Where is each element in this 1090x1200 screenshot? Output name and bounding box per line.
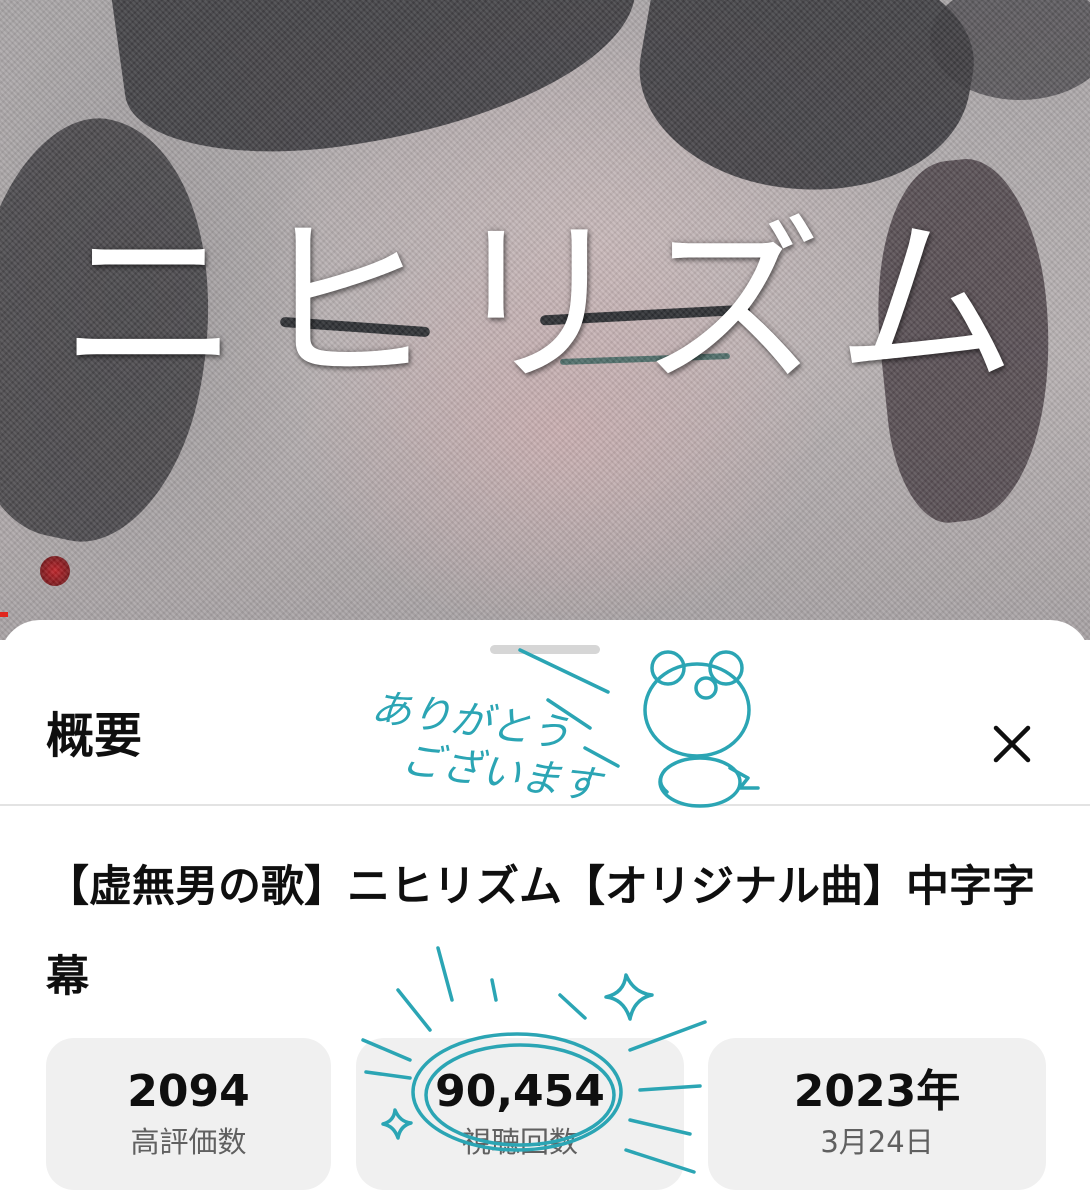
likes-label: 高評価数: [130, 1125, 247, 1159]
upload-date-stat: 2023年 3月24日: [708, 1038, 1046, 1190]
description-sheet: 概要 【虚無男の歌】ニヒリズム【オリジナル曲】中字字幕 2094 高評価数 90…: [0, 620, 1090, 1200]
upload-date: 3月24日: [820, 1125, 934, 1159]
sheet-title: 概要: [46, 708, 143, 764]
likes-count: 2094: [127, 1066, 250, 1117]
video-title: 【虚無男の歌】ニヒリズム【オリジナル曲】中字字幕: [46, 862, 1035, 1002]
video-progress-bar[interactable]: [0, 612, 8, 617]
close-icon: [993, 725, 1031, 763]
drag-handle[interactable]: [490, 645, 600, 654]
header-divider: [0, 804, 1090, 806]
likes-stat: 2094 高評価数: [46, 1038, 331, 1190]
video-thumbnail[interactable]: ニヒリズム: [0, 0, 1090, 640]
views-label: 視聴回数: [461, 1125, 578, 1159]
upload-year: 2023年: [793, 1066, 961, 1117]
views-stat: 90,454 視聴回数: [356, 1038, 684, 1190]
thumbnail-overlay-title: ニヒリズム: [59, 200, 1030, 409]
close-button[interactable]: [980, 712, 1044, 776]
views-count: 90,454: [435, 1066, 605, 1117]
